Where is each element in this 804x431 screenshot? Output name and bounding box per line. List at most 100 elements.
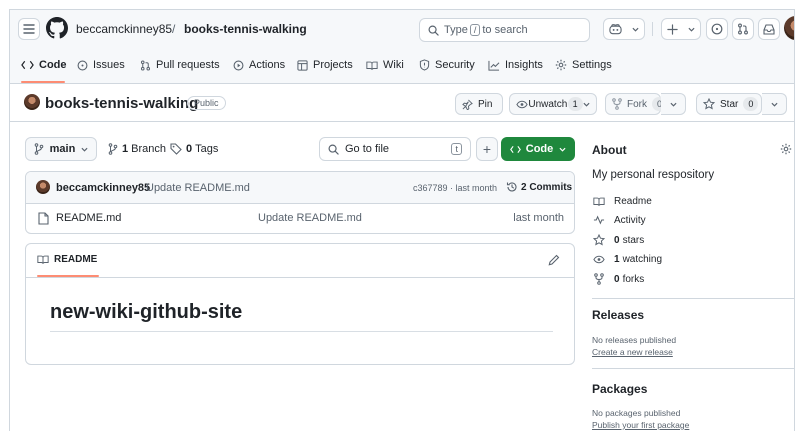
table-row[interactable]: README.md Update README.md last month (26, 204, 574, 232)
plus-icon (667, 23, 678, 35)
star-dropdown-button[interactable] (762, 93, 787, 115)
readme-heading-rule (50, 331, 553, 332)
owner-avatar[interactable] (24, 94, 40, 110)
star-button[interactable]: Star 0 (696, 93, 762, 115)
file-time: last month (513, 212, 564, 224)
gear-icon[interactable] (780, 143, 792, 155)
breadcrumb-repo[interactable]: books-tennis-walking (184, 22, 307, 36)
packages-empty-text: No packages published (592, 408, 681, 418)
readme-tab[interactable]: README (37, 254, 97, 265)
sidebar-item-label: Readme (614, 195, 652, 207)
commit-message[interactable]: Update README.md (146, 182, 250, 194)
issues-button[interactable] (706, 18, 728, 40)
pin-label: Pin (478, 98, 493, 110)
code-button[interactable]: Code (501, 137, 575, 161)
commits-link[interactable]: 2 Commits (506, 181, 572, 193)
table-icon (297, 59, 308, 71)
tab-issues[interactable]: Issues (77, 46, 125, 84)
tag-icon (170, 143, 182, 155)
pull-requests-button[interactable] (732, 18, 754, 40)
search-shortcut-key: / (469, 24, 481, 36)
tab-label: Code (39, 59, 67, 71)
sidebar-item-forks[interactable]: 0 forks (592, 271, 644, 287)
search-suffix: to search (482, 24, 528, 36)
repo-tabs: Code Issues Pull requests Actions Projec… (10, 46, 794, 84)
fork-dropdown-button[interactable] (661, 93, 686, 115)
branches-count: 1 (122, 143, 129, 155)
copilot-button[interactable] (603, 18, 645, 40)
fork-label: Fork (627, 98, 647, 110)
branch-select[interactable]: main (25, 137, 97, 161)
sidebar-item-watching[interactable]: 1 watching (592, 251, 662, 267)
file-table: beccamckinney85 Update README.md c367789… (25, 171, 575, 234)
github-logo-icon[interactable] (46, 17, 68, 39)
branch-name: main (49, 143, 76, 155)
create-new-button[interactable] (661, 18, 701, 40)
file-commit-message[interactable]: Update README.md (258, 212, 362, 224)
sidebar-item-stars[interactable]: 0 stars (592, 232, 644, 248)
branches-link[interactable]: 1 Branch (108, 143, 166, 155)
menu-button[interactable] (18, 18, 40, 40)
search-icon (428, 25, 439, 36)
search-input[interactable]: Type / to search (419, 18, 590, 42)
inbox-button[interactable] (758, 18, 780, 40)
pulse-icon (592, 215, 606, 225)
issue-icon (77, 60, 88, 71)
book-icon (37, 254, 49, 265)
forks-count: 0 (614, 273, 620, 285)
add-file-button[interactable]: + (476, 137, 498, 161)
commit-hash-time[interactable]: c367789 · last month (413, 183, 497, 193)
tags-label: Tags (195, 143, 219, 155)
breadcrumb-separator: / (172, 22, 176, 36)
sidebar-item-activity[interactable]: Activity (592, 212, 646, 228)
fork-button[interactable]: Fork 0 (605, 93, 668, 115)
go-to-file-input[interactable]: Go to file t (319, 137, 471, 161)
tab-actions[interactable]: Actions (233, 46, 285, 84)
packages-heading[interactable]: Packages (592, 382, 647, 396)
commit-author[interactable]: beccamckinney85 (56, 182, 150, 194)
tab-insights[interactable]: Insights (488, 46, 543, 84)
readme-tab-indicator (37, 275, 99, 277)
repo-title-bar: books-tennis-walking Public Pin Unwatch … (10, 85, 794, 122)
tab-label: Settings (572, 59, 612, 71)
fork-icon (592, 273, 606, 285)
tab-settings[interactable]: Settings (555, 46, 612, 84)
chevron-down-icon (632, 27, 639, 32)
releases-heading[interactable]: Releases (592, 308, 644, 322)
branch-icon (108, 143, 118, 155)
pencil-icon[interactable] (548, 254, 560, 266)
readme-heading: new-wiki-github-site (50, 301, 243, 323)
commit-author-avatar[interactable] (36, 180, 50, 194)
tab-security[interactable]: Security (419, 46, 475, 84)
star-count: 0 (743, 97, 759, 111)
header-divider (652, 22, 653, 36)
chevron-down-icon (669, 102, 677, 107)
file-name[interactable]: README.md (56, 212, 121, 224)
latest-commit-bar: beccamckinney85 Update README.md c367789… (26, 172, 574, 204)
sidebar-divider (592, 368, 794, 369)
breadcrumb-owner[interactable]: beccamckinney85 (76, 22, 172, 36)
copilot-icon (609, 23, 622, 35)
create-release-link[interactable]: Create a new release (592, 347, 673, 357)
file-icon (38, 212, 49, 225)
tab-wiki[interactable]: Wiki (366, 46, 404, 84)
pin-button[interactable]: Pin (455, 93, 503, 115)
search-prefix: Type (444, 24, 468, 36)
issue-icon (711, 23, 723, 35)
stars-label: stars (622, 234, 645, 246)
about-title: About (592, 143, 627, 157)
sidebar-item-readme[interactable]: Readme (592, 193, 652, 209)
repo-name[interactable]: books-tennis-walking (45, 95, 198, 112)
tab-projects[interactable]: Projects (297, 46, 353, 84)
stars-count: 0 (614, 234, 620, 246)
user-avatar[interactable] (784, 16, 794, 40)
tags-link[interactable]: 0 Tags (170, 143, 218, 155)
tab-pull-requests[interactable]: Pull requests (140, 46, 220, 84)
inbox-icon (763, 23, 775, 35)
publish-package-link[interactable]: Publish your first package (592, 420, 689, 430)
chevron-down-icon (770, 102, 778, 107)
unwatch-button[interactable]: Unwatch 1 (509, 93, 597, 115)
tab-code[interactable]: Code (21, 46, 67, 84)
star-label: Star (720, 98, 739, 110)
graph-icon (488, 60, 500, 71)
